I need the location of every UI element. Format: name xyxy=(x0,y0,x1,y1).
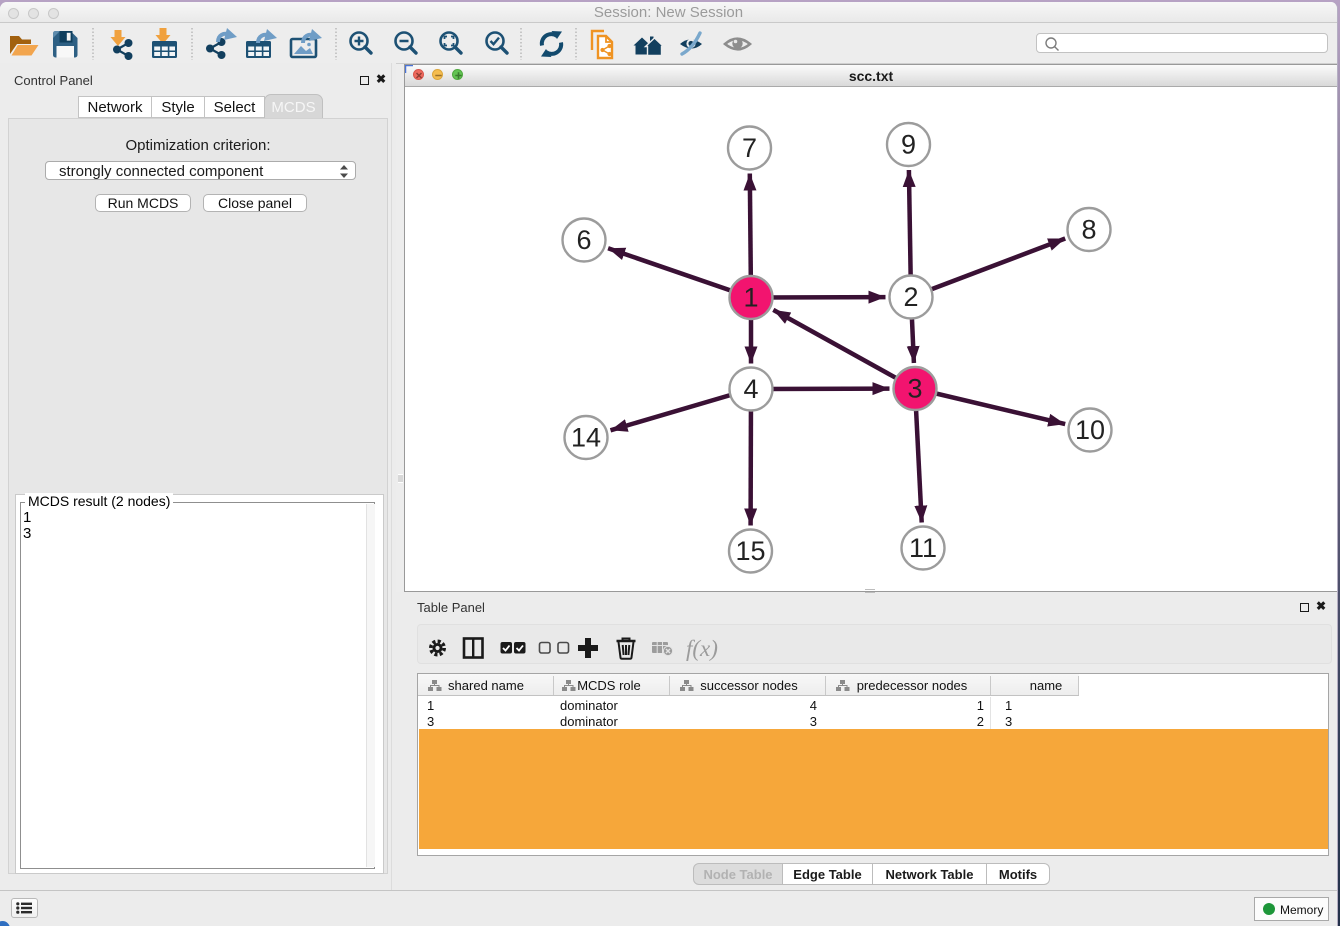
svg-text:name: name xyxy=(1030,678,1063,693)
svg-text:9: 9 xyxy=(901,130,916,160)
svg-text:4: 4 xyxy=(810,698,817,713)
svg-text:3: 3 xyxy=(427,714,434,729)
svg-text:8: 8 xyxy=(1081,215,1096,245)
svg-text:2: 2 xyxy=(977,714,984,729)
svg-text:7: 7 xyxy=(742,133,757,163)
svg-text:dominator: dominator xyxy=(560,698,618,713)
svg-text:1: 1 xyxy=(427,698,434,713)
svg-text:dominator: dominator xyxy=(560,714,618,729)
svg-text:14: 14 xyxy=(571,423,601,453)
svg-text:MCDS role: MCDS role xyxy=(577,678,641,693)
svg-text:1: 1 xyxy=(977,698,984,713)
svg-text:3: 3 xyxy=(907,374,922,404)
svg-text:10: 10 xyxy=(1075,415,1105,445)
svg-text:4: 4 xyxy=(743,374,758,404)
svg-text:predecessor nodes: predecessor nodes xyxy=(857,678,968,693)
svg-text:successor nodes: successor nodes xyxy=(700,678,798,693)
svg-text:3: 3 xyxy=(810,714,817,729)
svg-text:6: 6 xyxy=(576,225,591,255)
svg-text:shared name: shared name xyxy=(448,678,524,693)
svg-text:1: 1 xyxy=(743,283,758,313)
svg-text:2: 2 xyxy=(903,282,918,312)
svg-text:f(x): f(x) xyxy=(686,636,718,661)
svg-text:15: 15 xyxy=(735,536,765,566)
svg-text:1: 1 xyxy=(1005,698,1012,713)
svg-text:3: 3 xyxy=(1005,714,1012,729)
svg-text:11: 11 xyxy=(909,533,937,563)
